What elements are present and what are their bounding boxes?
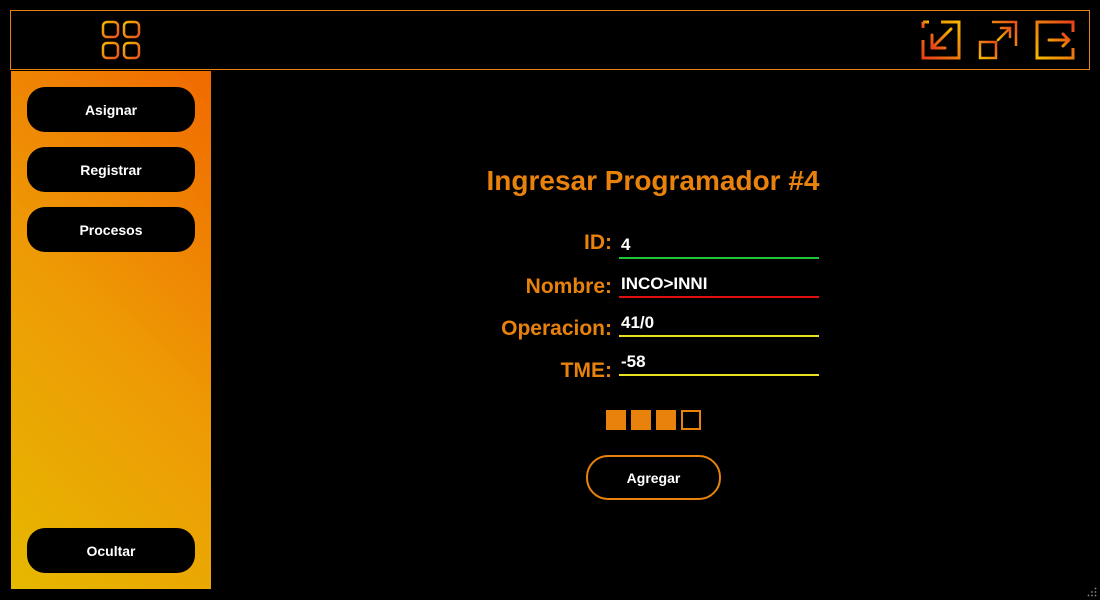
nombre-label: Nombre: (525, 275, 612, 298)
tme-input[interactable]: -58 (619, 350, 819, 376)
progress-step (631, 410, 651, 430)
progress-step (681, 410, 701, 430)
top-bar (10, 10, 1090, 70)
hide-sidebar-button[interactable]: Ocultar (27, 528, 195, 573)
sidebar-item-registrar[interactable]: Registrar (27, 147, 195, 192)
sidebar-item-asignar[interactable]: Asignar (27, 87, 195, 132)
add-button[interactable]: Agregar (586, 455, 721, 500)
window-actions (921, 20, 1075, 60)
minimize-icon[interactable] (921, 20, 961, 60)
maximize-icon[interactable] (978, 20, 1018, 60)
progress-indicator (606, 410, 701, 430)
sidebar-item-procesos[interactable]: Procesos (27, 207, 195, 252)
id-label: ID: (584, 231, 612, 254)
progress-step (606, 410, 626, 430)
id-input[interactable]: 4 (619, 233, 819, 259)
resize-grip-icon[interactable] (1087, 587, 1097, 597)
tme-label: TME: (560, 359, 612, 382)
grid-icon[interactable] (101, 20, 141, 60)
form-title: Ingresar Programador #4 (486, 165, 820, 196)
operacion-label: Operacion: (501, 317, 612, 340)
operacion-input[interactable]: 41/0 (619, 311, 819, 337)
nombre-input[interactable]: INCO>INNI (619, 272, 819, 298)
exit-icon[interactable] (1035, 20, 1075, 60)
progress-step (656, 410, 676, 430)
sidebar: Asignar Registrar Procesos Ocultar (11, 71, 211, 589)
